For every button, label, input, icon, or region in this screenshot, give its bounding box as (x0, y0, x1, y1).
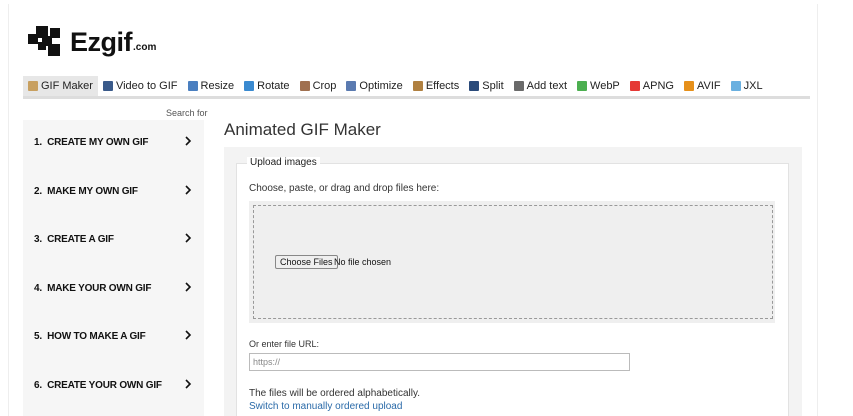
chevron-right-icon (185, 379, 192, 389)
nav-item-label: Optimize (359, 80, 403, 92)
video-icon (102, 81, 113, 91)
avif-icon (683, 81, 694, 91)
nav-item-split[interactable]: Split (464, 76, 508, 96)
logo-text: Ezgif (70, 27, 133, 57)
main-nav: GIF Maker Video to GIF Resize Rotate Crop Opt… (23, 76, 810, 99)
choose-files-button[interactable]: Choose Files (275, 255, 338, 269)
nav-item-resize[interactable]: Resize (183, 76, 240, 96)
chevron-right-icon (185, 136, 192, 146)
nav-item-label: Add text (526, 80, 568, 92)
optimize-icon (346, 81, 357, 91)
nav-item-label: Video to GIF (115, 80, 178, 92)
sidebar-item-label: 3. CREATE A GIF (34, 233, 114, 245)
nav-item-effects[interactable]: Effects (408, 76, 464, 96)
sidebar-item[interactable]: 5. HOW TO MAKE A GIF (23, 316, 204, 356)
logo-tld: .com (133, 42, 157, 53)
resize-icon (187, 81, 198, 91)
effects-icon (412, 81, 423, 91)
order-note: The files will be ordered alphabetically… (249, 388, 421, 399)
sidebar-item[interactable]: 2. MAKE MY OWN GIF (23, 171, 204, 211)
apng-icon (629, 81, 640, 91)
jxl-icon (730, 81, 741, 91)
nav-item-jxl[interactable]: JXL (726, 76, 768, 96)
switch-upload-link[interactable]: Switch to manually ordered upload (249, 401, 402, 412)
sidebar-item-label: 4. MAKE YOUR OWN GIF (34, 282, 152, 294)
url-label: Or enter file URL: (249, 339, 320, 349)
nav-item-label: APNG (642, 80, 674, 92)
chevron-right-icon (185, 185, 192, 195)
rotate-icon (244, 81, 255, 91)
sidebar-item-label: 2. MAKE MY OWN GIF (34, 185, 138, 197)
nav-item-label: GIF Maker (41, 80, 93, 92)
nav-item-label: WebP (590, 80, 620, 92)
nav-item-label: Rotate (257, 80, 290, 92)
sidebar: 1. CREATE MY OWN GIF 2. MAKE MY OWN GIF 3.… (23, 120, 204, 416)
sidebar-item-label: 1. CREATE MY OWN GIF (34, 136, 149, 148)
sidebar-item[interactable]: 6. CREATE YOUR OWN GIF (23, 365, 204, 405)
webp-icon (577, 81, 588, 91)
sidebar-item[interactable]: 4. MAKE YOUR OWN GIF (23, 268, 204, 308)
file-status: No file chosen (334, 257, 392, 267)
logo-mark-icon (28, 26, 60, 56)
nav-item-label: JXL (743, 80, 763, 92)
nav-item-gif-maker[interactable]: GIF Maker (23, 76, 98, 96)
gif-maker-icon (28, 81, 38, 91)
nav-item-video-to-gif[interactable]: Video to GIF (98, 76, 183, 96)
choose-files-label: Choose, paste, or drag and drop files he… (249, 183, 440, 194)
nav-item-label: Crop (312, 80, 337, 92)
upload-legend: Upload images (247, 157, 320, 168)
nav-item-crop[interactable]: Crop (295, 76, 342, 96)
split-icon (469, 81, 480, 91)
nav-item-optimize[interactable]: Optimize (341, 76, 407, 96)
nav-item-add-text[interactable]: Add text (509, 76, 572, 96)
nav-item-rotate[interactable]: Rotate (239, 76, 294, 96)
add-text-icon (513, 81, 524, 91)
crop-icon (299, 81, 310, 91)
nav-item-avif[interactable]: AVIF (679, 76, 726, 96)
site-logo[interactable]: Ezgif .com (28, 26, 156, 56)
chevron-right-icon (185, 233, 192, 243)
chevron-right-icon (185, 330, 192, 340)
url-input[interactable] (249, 353, 630, 371)
nav-item-label: AVIF (696, 80, 721, 92)
nav-item-webp[interactable]: WebP (572, 76, 625, 96)
nav-item-label: Effects (425, 80, 460, 92)
sidebar-item[interactable]: 3. CREATE A GIF (23, 219, 204, 259)
nav-item-label: Resize (200, 80, 235, 92)
sidebar-item-label: 5. HOW TO MAKE A GIF (34, 330, 146, 342)
sidebar-item[interactable]: 1. CREATE MY OWN GIF (23, 122, 204, 162)
search-for-label: Search for (166, 108, 208, 118)
page-title: Animated GIF Maker (224, 120, 381, 139)
chevron-right-icon (185, 282, 192, 292)
sidebar-item-label: 6. CREATE YOUR OWN GIF (34, 379, 162, 391)
nav-item-apng[interactable]: APNG (625, 76, 679, 96)
nav-item-label: Split (482, 80, 504, 92)
